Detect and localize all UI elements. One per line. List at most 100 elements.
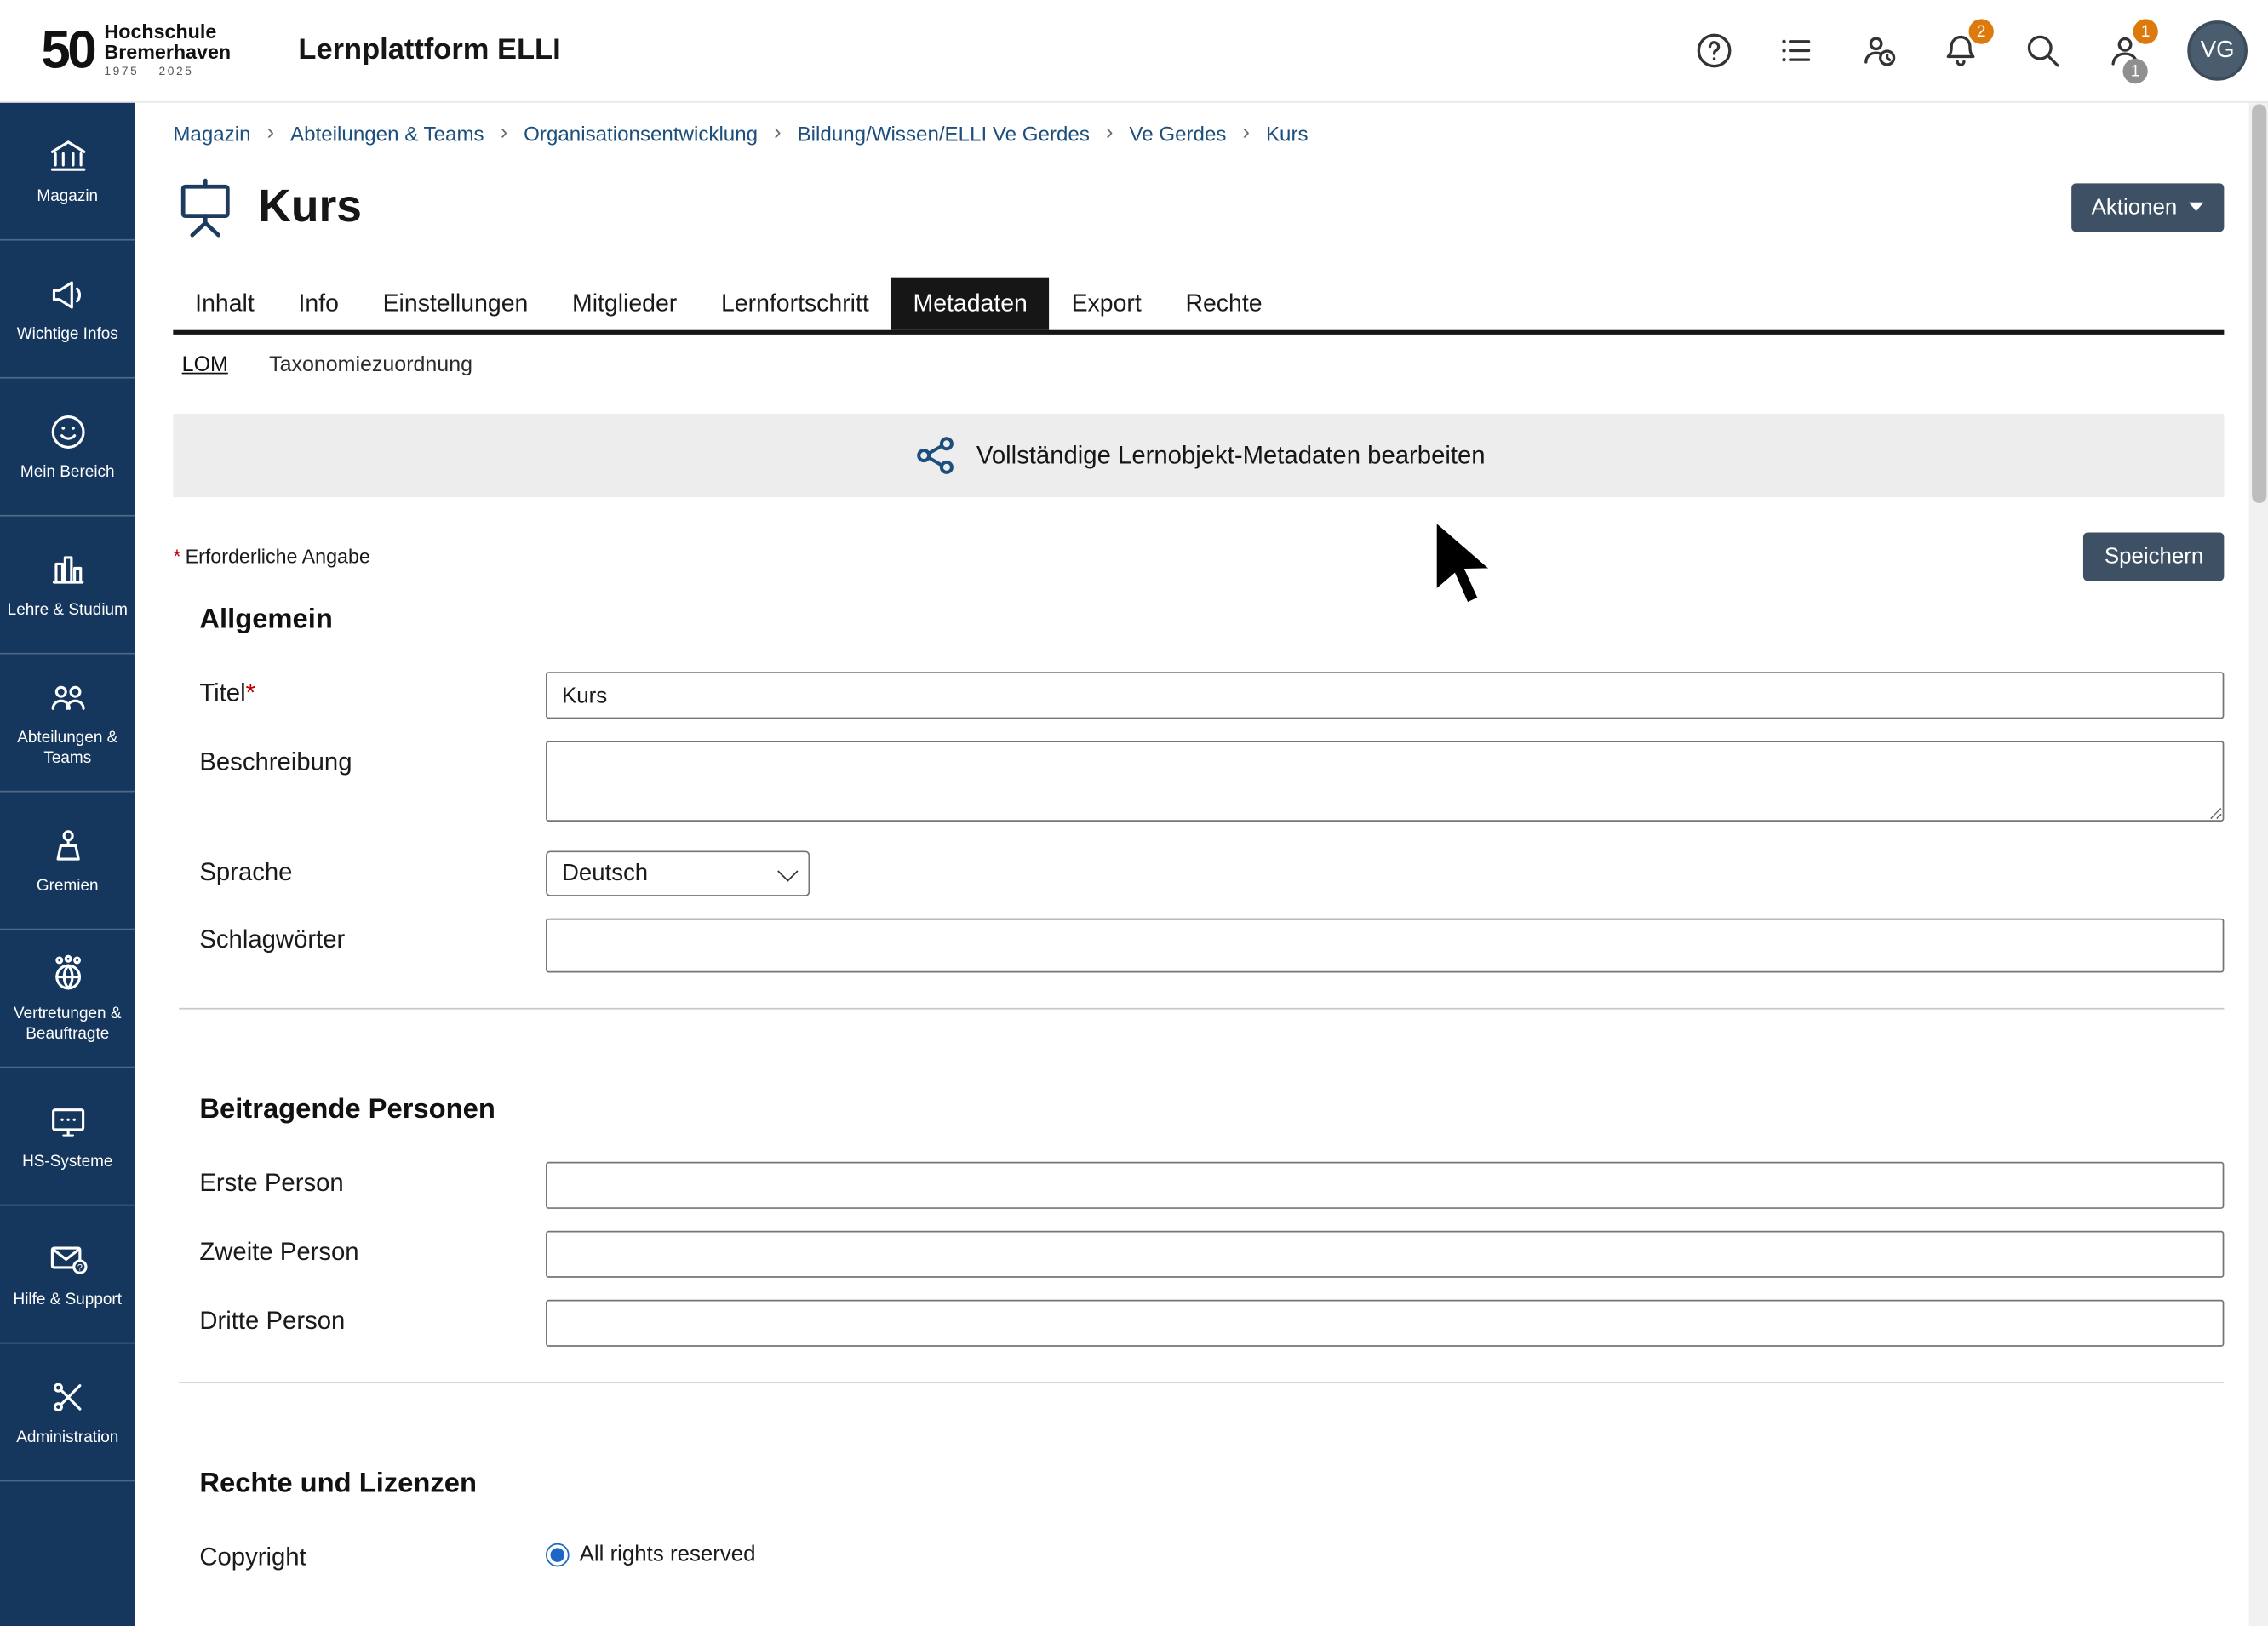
- form-row-sprache: Sprache Deutsch: [173, 850, 2224, 896]
- breadcrumb-bildung-wissen[interactable]: Bildung/Wissen/ELLI Ve Gerdes: [798, 121, 1090, 145]
- breadcrumb: Magazin › Abteilungen & Teams › Organisa…: [173, 120, 2224, 145]
- sidebar-item-mein-bereich[interactable]: Mein Bereich: [0, 379, 135, 517]
- required-asterisk: *: [246, 679, 255, 707]
- beschreibung-textarea[interactable]: [546, 741, 2224, 822]
- sidebar-item-wichtige-infos[interactable]: Wichtige Infos: [0, 241, 135, 379]
- tab-export[interactable]: Export: [1050, 278, 1164, 330]
- help-icon[interactable]: [1694, 31, 1734, 71]
- podium-icon: [46, 824, 89, 867]
- chevron-right-icon: ›: [266, 120, 274, 145]
- who-is-online-icon[interactable]: 1 1: [2105, 31, 2145, 71]
- app-title: Lernplattform ELLI: [298, 34, 560, 68]
- copyright-option-label: All rights reserved: [580, 1542, 756, 1566]
- search-icon[interactable]: [2023, 31, 2063, 71]
- schlagwoerter-input[interactable]: [546, 919, 2224, 973]
- sidebar-item-lehre-studium[interactable]: Lehre & Studium: [0, 517, 135, 655]
- sidebar-item-hs-systeme[interactable]: HS-Systeme: [0, 1068, 135, 1205]
- scrollbar-thumb[interactable]: [2251, 104, 2265, 503]
- breadcrumb-kurs[interactable]: Kurs: [1266, 121, 1309, 145]
- tab-metadaten[interactable]: Metadaten: [891, 278, 1050, 330]
- tab-mitglieder[interactable]: Mitglieder: [550, 278, 699, 330]
- required-note: *Erforderliche Angabe: [173, 546, 370, 568]
- online-badge-top: 1: [2133, 19, 2158, 43]
- monitor-icon: [46, 1100, 89, 1142]
- speichern-button[interactable]: Speichern: [2084, 533, 2225, 581]
- chevron-right-icon: ›: [501, 120, 508, 145]
- hochschule-bremerhaven-logo[interactable]: 50 Hochschule Bremerhaven 1975 – 2025: [41, 22, 231, 79]
- dritte-person-input[interactable]: [546, 1300, 2224, 1347]
- course-board-icon: [173, 175, 238, 239]
- section-divider: [179, 1008, 2224, 1010]
- form-row-dritte-person: Dritte Person: [173, 1300, 2224, 1347]
- main-sidebar: Magazin Wichtige Infos Mein Bereich Lehr…: [0, 103, 135, 1626]
- chevron-right-icon: ›: [1106, 120, 1114, 145]
- form-header-row: *Erforderliche Angabe Speichern: [173, 533, 2224, 581]
- logo-text: Hochschule Bremerhaven 1975 – 2025: [104, 22, 231, 79]
- zweite-person-label: Zweite Person: [199, 1231, 546, 1268]
- page-title: Kurs: [258, 180, 362, 233]
- titel-label: Titel*: [199, 672, 546, 708]
- top-icons: 2 1 1 VG: [1694, 20, 2248, 81]
- form-row-titel: Titel*: [173, 672, 2224, 719]
- sidebar-item-hilfe-support[interactable]: ? Hilfe & Support: [0, 1205, 135, 1343]
- avatar[interactable]: VG: [2187, 20, 2248, 81]
- globe-people-icon: [46, 952, 89, 994]
- copyright-label: Copyright: [199, 1536, 546, 1572]
- people-icon: [46, 676, 89, 719]
- bell-badge: 2: [1969, 19, 1994, 43]
- tools-icon: [46, 1376, 89, 1418]
- user-status-clock-icon[interactable]: [1858, 31, 1899, 71]
- subtab-taxonomiezuordnung[interactable]: Taxonomiezuordnung: [269, 353, 472, 377]
- tab-inhalt[interactable]: Inhalt: [173, 278, 276, 330]
- main-content: Magazin › Abteilungen & Teams › Organisa…: [135, 103, 2268, 1626]
- title-row: Kurs Aktionen: [173, 175, 2224, 239]
- edit-full-metadata-banner[interactable]: Vollständige Lernobjekt-Metadaten bearbe…: [173, 414, 2224, 497]
- titel-input[interactable]: [546, 672, 2224, 719]
- caret-down-icon: [2189, 203, 2203, 211]
- megaphone-icon: [46, 272, 89, 315]
- form-row-zweite-person: Zweite Person: [173, 1231, 2224, 1278]
- tab-rechte[interactable]: Rechte: [1164, 278, 1285, 330]
- smiley-icon: [46, 410, 89, 453]
- required-asterisk: *: [173, 546, 180, 568]
- sprache-select[interactable]: Deutsch: [546, 850, 810, 896]
- breadcrumb-abteilungen-teams[interactable]: Abteilungen & Teams: [290, 121, 484, 145]
- tab-einstellungen[interactable]: Einstellungen: [361, 278, 550, 330]
- sidebar-item-magazin[interactable]: Magazin: [0, 103, 135, 241]
- tab-bar: Inhalt Info Einstellungen Mitglieder Ler…: [173, 278, 2224, 335]
- mail-help-icon: ?: [46, 1238, 89, 1280]
- sidebar-item-vertretungen-beauftragte[interactable]: Vertretungen & Beauftragte: [0, 930, 135, 1068]
- erste-person-input[interactable]: [546, 1162, 2224, 1209]
- aktionen-button[interactable]: Aktionen: [2071, 183, 2225, 232]
- form-row-copyright: Copyright All rights reserved: [173, 1536, 2224, 1572]
- breadcrumb-ve-gerdes[interactable]: Ve Gerdes: [1129, 121, 1226, 145]
- scrollbar-track[interactable]: [2249, 101, 2268, 1626]
- beschreibung-label: Beschreibung: [199, 741, 546, 777]
- sprache-label: Sprache: [199, 850, 546, 887]
- tab-info[interactable]: Info: [277, 278, 361, 330]
- schlagwoerter-label: Schlagwörter: [199, 919, 546, 955]
- sidebar-item-abteilungen-teams[interactable]: Abteilungen & Teams: [0, 655, 135, 793]
- form-row-schlagwoerter: Schlagwörter: [173, 919, 2224, 973]
- notifications-bell-icon[interactable]: 2: [1941, 31, 1981, 71]
- top-bar: 50 Hochschule Bremerhaven 1975 – 2025 Le…: [0, 0, 2268, 103]
- page: 50 Hochschule Bremerhaven 1975 – 2025 Le…: [0, 0, 2268, 1626]
- list-icon[interactable]: [1777, 31, 1817, 71]
- dritte-person-label: Dritte Person: [199, 1300, 546, 1337]
- subtab-bar: LOM Taxonomiezuordnung: [173, 353, 2224, 377]
- books-icon: [46, 548, 89, 591]
- copyright-radio-all-rights-reserved[interactable]: [546, 1543, 570, 1566]
- tab-lernfortschritt[interactable]: Lernfortschritt: [699, 278, 891, 330]
- form-row-beschreibung: Beschreibung: [173, 741, 2224, 828]
- chevron-down-icon: [777, 861, 798, 881]
- sidebar-item-administration[interactable]: Administration: [0, 1343, 135, 1481]
- section-allgemein: Allgemein: [173, 604, 2224, 637]
- breadcrumb-organisationsentwicklung[interactable]: Organisationsentwicklung: [524, 121, 758, 145]
- section-divider: [179, 1382, 2224, 1383]
- zweite-person-input[interactable]: [546, 1231, 2224, 1278]
- sidebar-item-gremien[interactable]: Gremien: [0, 793, 135, 930]
- online-badge-bottom: 1: [2122, 59, 2147, 83]
- bank-icon: [46, 135, 89, 177]
- subtab-lom[interactable]: LOM: [182, 353, 228, 377]
- breadcrumb-magazin[interactable]: Magazin: [173, 121, 250, 145]
